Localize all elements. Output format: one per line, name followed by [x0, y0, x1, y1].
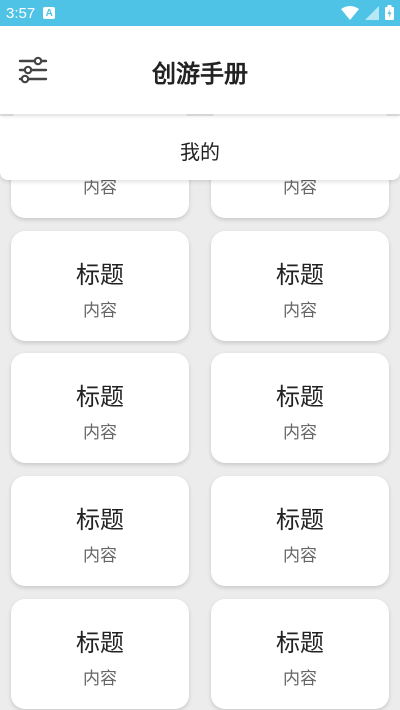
card[interactable]: 标题 内容 — [11, 599, 189, 709]
card-title: 标题 — [276, 629, 324, 657]
card[interactable]: 标题 内容 — [11, 231, 189, 341]
card-content: 内容 — [83, 546, 117, 566]
card-content: 内容 — [83, 423, 117, 443]
card-content: 内容 — [283, 669, 317, 689]
card[interactable]: 标题 内容 — [11, 353, 189, 463]
card-content: 内容 — [283, 546, 317, 566]
card-content: 内容 — [283, 423, 317, 443]
card-title: 标题 — [276, 506, 324, 534]
tab-bar: 我的 — [0, 116, 400, 180]
card-title: 标题 — [76, 261, 124, 289]
card[interactable]: 标题 内容 — [211, 231, 389, 341]
card-title: 标题 — [76, 506, 124, 534]
card[interactable]: 标题 内容 — [11, 476, 189, 586]
card[interactable]: 标题 内容 — [211, 599, 389, 709]
card-content: 内容 — [83, 301, 117, 321]
card-title: 标题 — [276, 383, 324, 411]
card-title: 标题 — [276, 261, 324, 289]
app-bar: 创游手册 — [0, 26, 400, 114]
tab-mine[interactable]: 我的 — [0, 136, 400, 165]
app-title: 创游手册 — [152, 60, 248, 88]
card[interactable]: 标题 内容 — [211, 353, 389, 463]
card-title: 标题 — [76, 629, 124, 657]
card-title: 标题 — [76, 383, 124, 411]
card-content: 内容 — [83, 669, 117, 689]
card-content: 内容 — [283, 301, 317, 321]
card[interactable]: 标题 内容 — [211, 476, 389, 586]
